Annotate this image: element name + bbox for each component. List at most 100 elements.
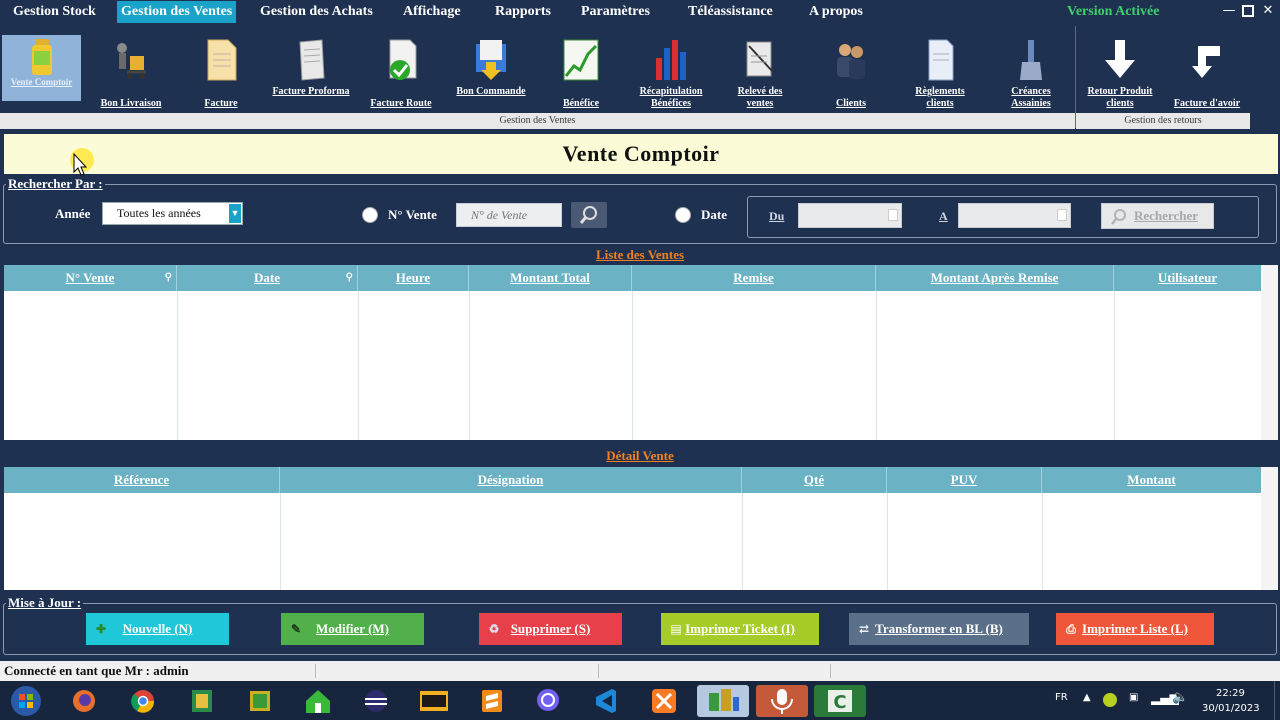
ribbon-label: Facture d'avoir — [1173, 98, 1241, 109]
date-a-picker[interactable] — [958, 203, 1071, 228]
transformer-bl-label: Transformer en BL (B) — [875, 621, 1003, 636]
col-remise[interactable]: Remise — [632, 265, 876, 291]
sublime-glyph — [482, 690, 502, 712]
num-vente-label: N° Vente — [388, 207, 437, 222]
status-divider — [315, 664, 316, 678]
start-button[interactable] — [6, 685, 46, 717]
minimize-icon[interactable]: — — [1222, 4, 1236, 18]
app-icon-gestion-active[interactable] — [697, 685, 749, 717]
num-vente-input[interactable] — [456, 203, 562, 227]
group-label-ventes: Gestion des Ventes — [0, 113, 1075, 129]
svg-text:C: C — [833, 692, 846, 713]
app-icon-camtasia[interactable]: C — [814, 685, 866, 717]
menu-parametres[interactable]: Paramètres — [577, 1, 654, 23]
restore-icon[interactable] — [1242, 5, 1254, 17]
chrome-icon[interactable] — [125, 685, 161, 717]
search-legend: Rechercher Par : — [6, 176, 105, 192]
nouvelle-button[interactable]: ✚ Nouvelle (N) — [86, 613, 229, 645]
menu-gestion-stock[interactable]: Gestion Stock — [9, 1, 100, 23]
filter-search-icon[interactable]: ⚲ — [346, 265, 353, 291]
app-icon-excel[interactable] — [184, 685, 220, 717]
xampp-icon[interactable] — [646, 685, 682, 717]
ribbon-label: Facture Route — [370, 98, 432, 109]
close-icon[interactable]: ✕ — [1261, 4, 1275, 18]
menu-gestion-ventes[interactable]: Gestion des Ventes — [117, 1, 237, 23]
spreadsheet-glyph — [192, 690, 212, 712]
xampp-glyph — [652, 689, 676, 713]
menu-gestion-achats[interactable]: Gestion des Achats — [256, 1, 377, 23]
ribbon-label: Retour Produit clients — [1087, 86, 1153, 109]
imprimer-ticket-button[interactable]: ▤ Imprimer Ticket (I) — [661, 613, 819, 645]
vscode-icon[interactable] — [588, 685, 624, 717]
ventes-grid[interactable]: N° Vente ⚲ Date ⚲ Heure Montant Total Re… — [4, 265, 1278, 440]
tray-lock-icon[interactable]: ▣ — [1129, 692, 1138, 703]
col-montant[interactable]: Montant — [1042, 467, 1261, 493]
col-utilisateur[interactable]: Utilisateur — [1114, 265, 1261, 291]
col-designation[interactable]: Désignation — [280, 467, 742, 493]
viber-glyph — [537, 689, 559, 711]
firefox-icon[interactable] — [66, 685, 102, 717]
col-heure[interactable]: Heure — [358, 265, 469, 291]
calendar-icon[interactable] — [888, 209, 898, 221]
app-icon-eclipse[interactable] — [358, 685, 394, 717]
show-desktop-button[interactable] — [1274, 681, 1280, 720]
du-label: Du — [769, 209, 785, 223]
date-label: Date — [701, 207, 727, 222]
calendar-icon[interactable] — [1057, 209, 1067, 221]
transformer-bl-button[interactable]: ⇄ Transformer en BL (B) — [849, 613, 1029, 645]
grid-divider — [1114, 291, 1115, 440]
col-qte[interactable]: Qté — [742, 467, 887, 493]
ribbon-label: Facture Proforma — [272, 86, 350, 97]
detail-scrollbar[interactable] — [1261, 467, 1278, 590]
num-vente-radio[interactable] — [362, 207, 378, 223]
col-montant-total[interactable]: Montant Total — [469, 265, 632, 291]
col-date[interactable]: Date ⚲ — [177, 265, 358, 291]
date-du-picker[interactable] — [798, 203, 902, 228]
modifier-button[interactable]: ✎ Modifier (M) — [281, 613, 424, 645]
num-vente-search-button[interactable] — [571, 202, 607, 228]
menu-teleassistance[interactable]: Téléassistance — [684, 1, 777, 23]
col-num-vente[interactable]: N° Vente ⚲ — [4, 265, 177, 291]
app-icon-rci[interactable] — [416, 685, 452, 717]
language-indicator[interactable]: FR — [1055, 692, 1068, 703]
imprimer-liste-button[interactable]: ⎙ Imprimer Liste (L) — [1056, 613, 1214, 645]
col-reference[interactable]: Référence — [4, 467, 280, 493]
app-icon-recorder[interactable] — [756, 685, 808, 717]
tray-app-icon[interactable] — [1103, 693, 1117, 707]
volume-icon[interactable]: 🔈 — [1172, 690, 1188, 705]
app-icon-home[interactable] — [300, 685, 336, 717]
clock-time[interactable]: 22:29 — [1216, 688, 1245, 699]
ventes-section-title: Liste des Ventes — [595, 247, 685, 262]
arrow-return-icon — [1192, 46, 1220, 78]
rechercher-label: Rechercher — [1134, 208, 1199, 223]
app-icon-stock[interactable] — [242, 685, 278, 717]
menu-a-propos[interactable]: A propos — [805, 1, 867, 23]
gestion-glyph — [709, 689, 739, 711]
rechercher-button[interactable]: Rechercher — [1101, 203, 1214, 229]
grid-divider — [876, 291, 877, 440]
menu-affichage[interactable]: Affichage — [399, 1, 465, 23]
col-puv[interactable]: PUV — [887, 467, 1042, 493]
line-chart-icon — [563, 39, 599, 81]
filter-search-icon[interactable]: ⚲ — [165, 265, 172, 291]
grid-divider — [177, 291, 178, 440]
annee-select[interactable]: Toutes les années ▼ — [102, 202, 243, 225]
menu-rapports[interactable]: Rapports — [491, 1, 555, 23]
date-radio[interactable] — [675, 207, 691, 223]
chevron-down-icon[interactable]: ▼ — [229, 204, 241, 223]
group-label-retours: Gestion des retours — [1076, 113, 1250, 129]
ribbon-vente-comptoir-button[interactable]: Vente Comptoir — [2, 35, 81, 101]
brush-icon — [1020, 40, 1042, 80]
tray-expand-icon[interactable]: ▲ — [1083, 692, 1091, 703]
people-icon — [837, 44, 865, 79]
menu-bar: Gestion Stock Gestion des Ventes Gestion… — [0, 0, 1280, 24]
ventes-scrollbar[interactable] — [1261, 265, 1278, 440]
clock-date[interactable]: 30/01/2023 — [1202, 703, 1260, 714]
detail-grid[interactable]: Référence Désignation Qté PUV Montant — [4, 467, 1278, 590]
bar-chart-icon — [656, 40, 686, 80]
arrow-down-icon — [1105, 40, 1135, 78]
app-icon-sublime[interactable] — [474, 685, 510, 717]
viber-icon[interactable] — [530, 685, 566, 717]
col-montant-apres-remise[interactable]: Montant Après Remise — [876, 265, 1114, 291]
supprimer-button[interactable]: ♻ Supprimer (S) — [479, 613, 622, 645]
